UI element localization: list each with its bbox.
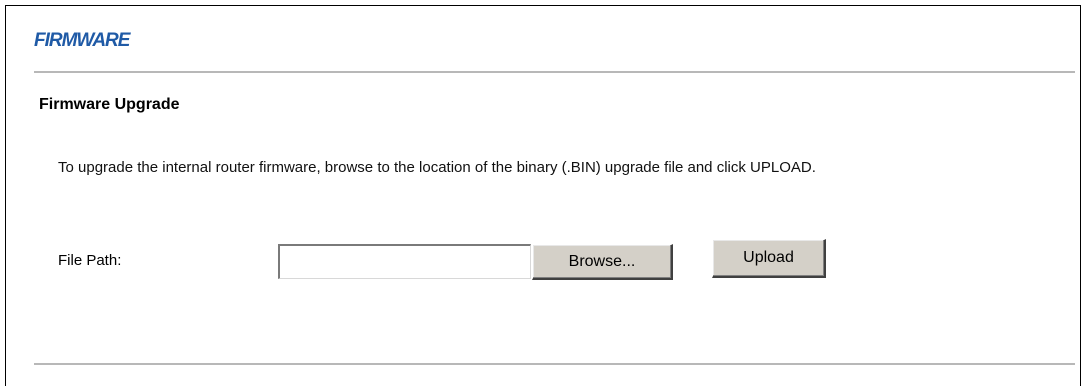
upload-button[interactable]: Upload <box>712 239 826 278</box>
browse-button[interactable]: Browse... <box>532 244 673 280</box>
firmware-panel: FIRMWARE Firmware Upgrade To upgrade the… <box>5 5 1081 386</box>
header-divider <box>34 71 1075 73</box>
file-path-input[interactable] <box>278 244 531 279</box>
footer-divider <box>34 363 1075 365</box>
page-title: FIRMWARE <box>34 30 130 51</box>
file-path-label: File Path: <box>58 252 122 269</box>
section-title: Firmware Upgrade <box>39 96 180 113</box>
upgrade-instructions: To upgrade the internal router firmware,… <box>58 159 816 176</box>
